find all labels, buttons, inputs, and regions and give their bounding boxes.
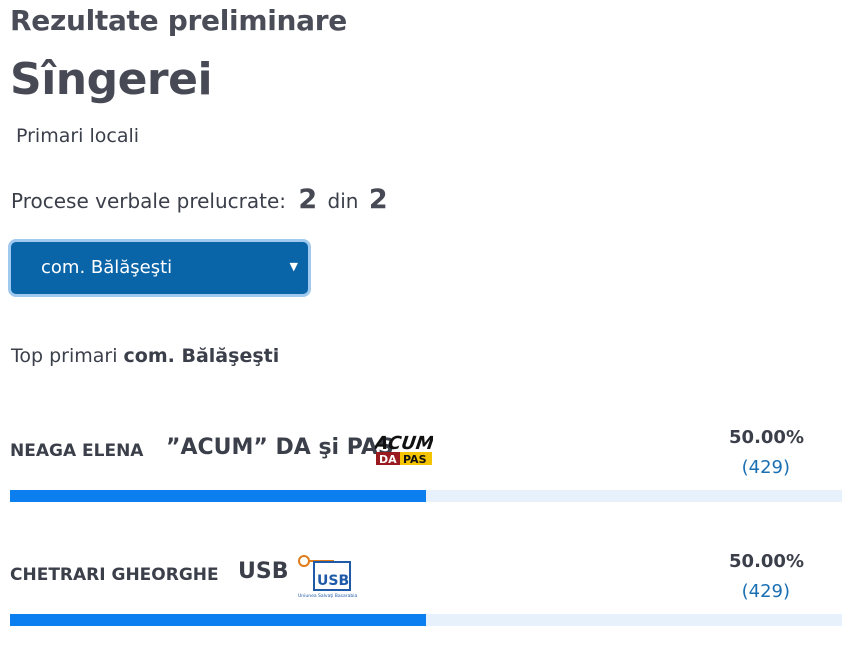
svg-text:USB: USB: [317, 573, 349, 589]
processed-label: Procese verbale prelucrate:: [11, 189, 287, 213]
chevron-down-icon: ▼: [289, 260, 298, 273]
candidate-votes[interactable]: (429): [742, 581, 790, 602]
candidate-row: NEAGA ELENA ”ACUM” DA şi PAS ACUM DA PAS…: [10, 421, 842, 521]
svg-text:ACUM: ACUM: [375, 433, 433, 454]
svg-text:Uniunea Salvaţi Basarabia: Uniunea Salvaţi Basarabia: [298, 593, 357, 599]
svg-text:DA: DA: [379, 453, 397, 466]
candidate-percent: 50.00%: [729, 551, 804, 572]
locality-select-value: com. Bălăşeşti: [41, 257, 173, 278]
vote-share-bar: [10, 614, 842, 626]
vote-share-fill: [10, 614, 426, 626]
candidate-name: CHETRARI GHEORGHE: [10, 565, 219, 585]
svg-text:PAS: PAS: [403, 453, 427, 466]
vote-share-fill: [10, 490, 426, 502]
candidate-row: CHETRARI GHEORGHE USB USB Uniunea Salvaţ…: [10, 545, 842, 645]
candidate-percent: 50.00%: [729, 427, 804, 448]
top-candidates-heading: Top primari com. Bălăşeşti: [11, 345, 279, 367]
election-type: Primari locali: [16, 125, 140, 147]
vote-share-bar: [10, 490, 842, 502]
candidate-votes[interactable]: (429): [742, 457, 790, 478]
processed-reports: Procese verbale prelucrate: 2 din 2: [11, 184, 392, 215]
top-locality: com. Bălăşeşti: [123, 345, 280, 367]
processed-done-count: 2: [298, 184, 318, 215]
usb-logo: USB Uniunea Salvaţi Basarabia: [294, 551, 358, 599]
candidate-party: USB: [238, 559, 289, 584]
candidate-name: NEAGA ELENA: [10, 441, 144, 461]
results-subtitle: Rezultate preliminare: [10, 4, 347, 37]
top-prefix: Top primari: [11, 345, 118, 367]
locality-select[interactable]: com. Bălăşeşti ▼: [8, 239, 311, 297]
processed-total-count: 2: [368, 184, 388, 215]
processed-separator: din: [327, 189, 359, 213]
acum-da-pas-logo: ACUM DA PAS: [371, 427, 435, 467]
city-title: Sîngerei: [10, 54, 213, 105]
candidate-party: ”ACUM” DA şi PAS: [166, 435, 394, 460]
